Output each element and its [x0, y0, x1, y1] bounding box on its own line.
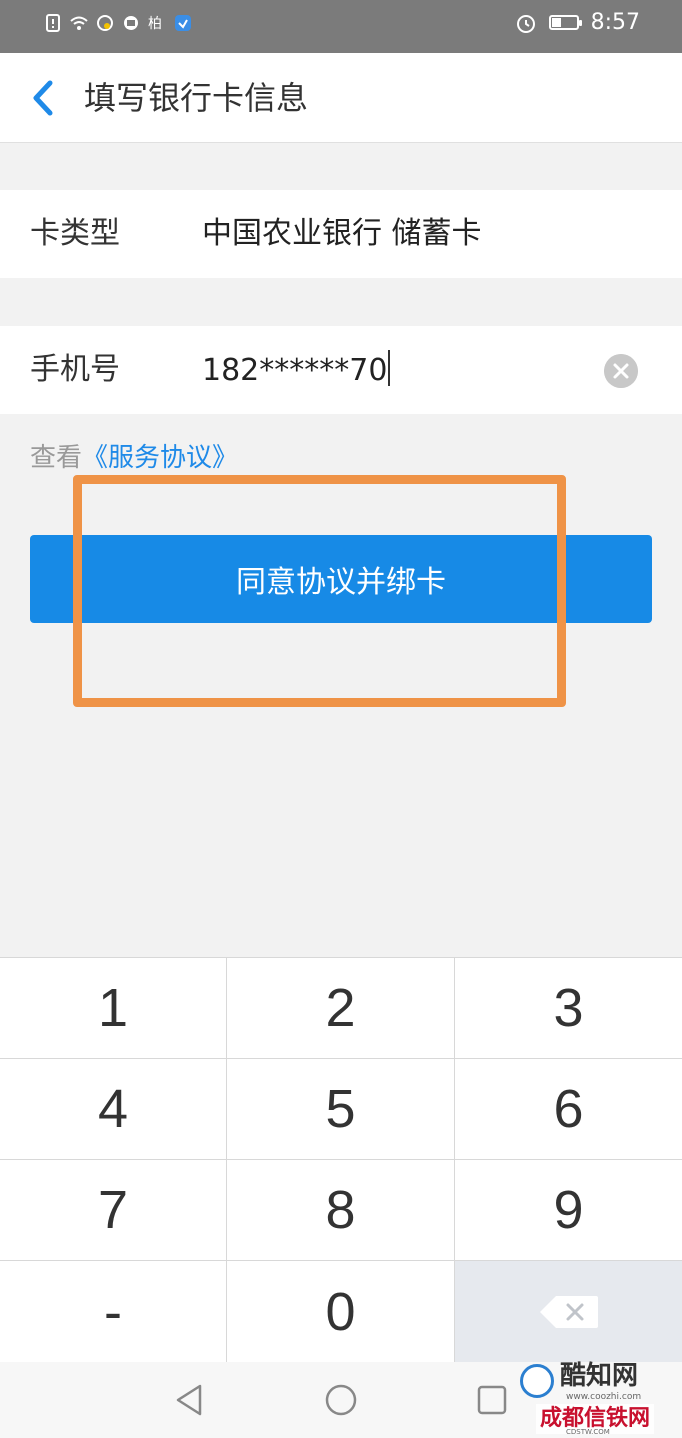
status-bar: 柏 8:57 [0, 0, 682, 53]
key-dash[interactable]: - [0, 1261, 226, 1362]
header-bar: 填写银行卡信息 [0, 53, 682, 143]
chevron-left-icon[interactable] [22, 75, 62, 121]
text-caret [388, 350, 391, 386]
key-4[interactable]: 4 [0, 1059, 226, 1159]
wifi-icon [70, 16, 88, 30]
sim-alert-icon [46, 14, 60, 32]
watermark-logo-icon [520, 1364, 554, 1398]
key-8[interactable]: 8 [227, 1160, 454, 1260]
page-title: 填写银行卡信息 [84, 79, 309, 117]
key-2[interactable]: 2 [227, 958, 454, 1058]
numeric-keypad: 1 2 3 4 5 6 7 8 9 - 0 [0, 957, 682, 1362]
delete-key[interactable] [455, 1261, 682, 1362]
key-3[interactable]: 3 [455, 958, 682, 1058]
key-0[interactable]: 0 [227, 1261, 454, 1362]
app-notification-icon [97, 15, 113, 31]
agreement-prefix: 查看 [30, 443, 83, 473]
battery-icon [548, 15, 582, 30]
status-time: 8:57 [590, 10, 640, 35]
alarm-icon [516, 14, 535, 33]
phone-label: 手机号 [30, 352, 120, 387]
card-type-row: 卡类型 中国农业银行 储蓄卡 [0, 190, 682, 278]
service-agreement-link[interactable]: 《服务协议》 [82, 443, 238, 473]
key-6[interactable]: 6 [455, 1059, 682, 1159]
key-5[interactable]: 5 [227, 1059, 454, 1159]
watermark: 酷知网 www.coozhi.com 成都信铁网 CDSTW.COM [506, 1352, 678, 1436]
app-notification-icon [124, 16, 138, 30]
status-icons: 柏 [44, 14, 192, 32]
key-7[interactable]: 7 [0, 1160, 226, 1260]
watermark-title: 酷知网 [560, 1361, 639, 1391]
phone-row[interactable]: 手机号 182******70 [0, 326, 682, 414]
app-notification-icon: 柏 [148, 16, 162, 32]
agreement-text: 查看《服务协议》 [30, 440, 238, 476]
app-notification-icon [175, 15, 191, 31]
recents-square-icon[interactable] [474, 1382, 510, 1418]
clear-circle-icon[interactable] [604, 354, 638, 388]
key-1[interactable]: 1 [0, 958, 226, 1058]
home-circle-icon[interactable] [323, 1382, 359, 1418]
svg-text:柏: 柏 [148, 16, 162, 32]
watermark-footnote: CDSTW.COM [566, 1428, 610, 1436]
status-right: 8:57 [515, 10, 640, 35]
back-triangle-icon[interactable] [172, 1382, 208, 1418]
agree-and-bind-button[interactable]: 同意协议并绑卡 [30, 535, 652, 623]
key-9[interactable]: 9 [455, 1160, 682, 1260]
card-type-label: 卡类型 [30, 216, 120, 251]
watermark-url: www.coozhi.com [566, 1392, 642, 1402]
phone-value: 182******70 [202, 353, 388, 388]
card-type-value: 中国农业银行 储蓄卡 [202, 216, 482, 251]
backspace-icon [539, 1295, 598, 1328]
phone-input[interactable]: 182******70 [202, 350, 391, 391]
